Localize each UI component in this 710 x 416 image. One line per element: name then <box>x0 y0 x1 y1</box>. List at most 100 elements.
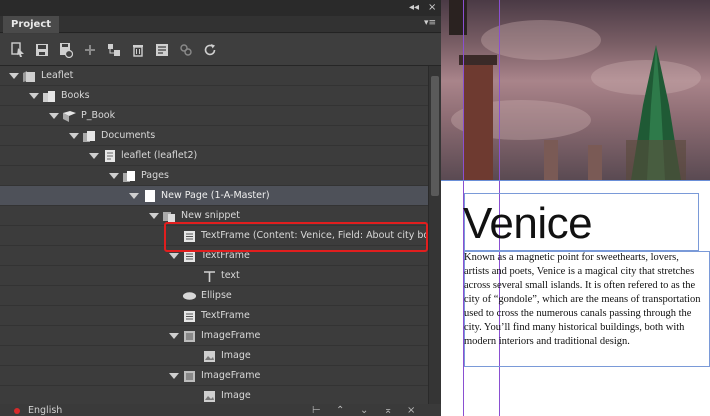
tree-row[interactable]: Pages <box>0 166 428 186</box>
tree-row[interactable]: P_Book <box>0 106 428 126</box>
expand-triangle-icon[interactable] <box>109 173 119 179</box>
tree-row[interactable]: ImageFrame <box>0 326 428 346</box>
textframe-icon <box>182 249 197 263</box>
add-child-button[interactable] <box>106 42 122 58</box>
pages-icon <box>122 169 137 183</box>
expand-triangle-icon[interactable] <box>129 193 139 199</box>
properties-icon <box>156 44 168 56</box>
books-icon <box>42 89 57 103</box>
tree-row-label: TextFrame <box>201 310 250 321</box>
tree-row[interactable]: ImageFrame <box>0 366 428 386</box>
tree-row-label: ImageFrame <box>201 370 261 381</box>
tree-row-label: P_Book <box>81 110 116 121</box>
venice-photo <box>441 0 710 180</box>
bell-tower-cap <box>459 55 497 65</box>
close-panel-button[interactable]: × <box>428 2 436 14</box>
expand-triangle-icon[interactable] <box>169 253 179 259</box>
tree-row-label: Ellipse <box>201 290 232 301</box>
project-panel: ◂◂ × Project ▾≡ Leaflet Books P_Book Doc… <box>0 0 441 416</box>
tree-scrollbar[interactable] <box>428 66 441 404</box>
tree-row-label: text <box>221 270 240 281</box>
collapse-panel-button[interactable]: ◂◂ <box>409 2 419 14</box>
tree-row-label: Books <box>61 90 90 101</box>
project-toolbar <box>0 34 441 66</box>
page-icon <box>142 189 157 203</box>
tree-row-label: Image <box>221 350 251 361</box>
tree-row[interactable]: TextFrame <box>0 306 428 326</box>
tree-row-label: ImageFrame <box>201 330 261 341</box>
expand-triangle-icon[interactable] <box>169 333 179 339</box>
bell-tower <box>463 60 493 180</box>
expand-triangle-icon[interactable] <box>89 153 99 159</box>
tab-project[interactable]: Project <box>3 16 60 33</box>
tree-row[interactable]: TextFrame (Content: Venice, Field: About… <box>0 226 428 246</box>
delete-button[interactable] <box>130 42 146 58</box>
expand-triangle-icon[interactable] <box>29 93 39 99</box>
document-headline: Venice <box>463 199 593 248</box>
add-button[interactable] <box>82 42 98 58</box>
tree-row-label: Image <box>221 390 251 401</box>
expand-triangle-icon[interactable] <box>49 113 59 119</box>
tree-row-label: TextFrame (Content: Venice, Field: About… <box>201 230 428 241</box>
dome-tower <box>544 140 558 180</box>
snippet-icon <box>162 209 177 223</box>
project-tree: Leaflet Books P_Book Documents leaflet (leaf… <box>0 66 428 404</box>
scrollbar-thumb[interactable] <box>431 76 439 196</box>
tree-row-label: Pages <box>141 170 169 181</box>
move-up-icon[interactable]: ⌃ <box>336 405 344 416</box>
move-left-icon[interactable]: ⊢ <box>312 405 321 416</box>
document-body-text: Known as a magnetic point for sweetheart… <box>464 252 701 347</box>
tree-row[interactable]: TextFrame <box>0 246 428 266</box>
document-icon <box>102 149 117 163</box>
dome-tower <box>588 145 602 180</box>
documents-icon <box>82 129 97 143</box>
save-as-icon <box>60 43 73 58</box>
tree-row-label: New Page (1-A-Master) <box>161 190 270 201</box>
folder-icon <box>22 69 37 83</box>
text-icon <box>202 269 217 283</box>
expand-triangle-icon[interactable] <box>9 73 19 79</box>
tree-row[interactable]: New Page (1-A-Master) <box>0 186 428 206</box>
tree-row[interactable]: leaflet (leaflet2) <box>0 146 428 166</box>
panel-titlebar: ◂◂ × <box>0 0 441 16</box>
tree-row-label: leaflet (leaflet2) <box>121 150 198 161</box>
language-label[interactable]: English <box>28 404 62 416</box>
tree-row[interactable]: Image <box>0 346 428 366</box>
collapse-icon[interactable]: ⌅ <box>384 405 392 416</box>
textframe-icon <box>182 229 197 243</box>
tree-row-label: New snippet <box>181 210 240 221</box>
panel-footer: English ⊢ ⌃ ⌄ ⌅ × <box>0 404 441 416</box>
panel-tab-row: Project ▾≡ <box>0 16 441 33</box>
tree-row-label: TextFrame <box>201 250 250 261</box>
language-flag-icon <box>14 408 20 414</box>
green-spire <box>626 45 686 180</box>
select-tool-button[interactable] <box>10 42 26 58</box>
save-as-button[interactable] <box>58 42 74 58</box>
move-down-icon[interactable]: ⌄ <box>360 405 368 416</box>
imageframe-icon <box>182 329 197 343</box>
document-view: Venice Known as a magnetic point for swe… <box>441 0 710 416</box>
close-icon[interactable]: × <box>407 405 415 416</box>
refresh-button[interactable] <box>202 42 218 58</box>
tree-row[interactable]: Documents <box>0 126 428 146</box>
tree-row[interactable]: Leaflet <box>0 66 428 86</box>
tree-row[interactable]: Ellipse <box>0 286 428 306</box>
refresh-icon <box>204 44 216 56</box>
link-button[interactable] <box>178 42 194 58</box>
tree-row[interactable]: Books <box>0 86 428 106</box>
panel-menu-button[interactable]: ▾≡ <box>424 18 436 28</box>
properties-button[interactable] <box>154 42 170 58</box>
tree-row[interactable]: Image <box>0 386 428 404</box>
tree-row[interactable]: New snippet <box>0 206 428 226</box>
tree-row[interactable]: text <box>0 266 428 286</box>
save-button[interactable] <box>34 42 50 58</box>
ellipse-icon <box>182 289 197 303</box>
book-icon <box>62 109 77 123</box>
imageframe-icon <box>182 369 197 383</box>
tree-row-label: Leaflet <box>41 70 74 81</box>
add-child-icon <box>108 44 120 56</box>
textframe-icon <box>182 309 197 323</box>
expand-triangle-icon[interactable] <box>69 133 79 139</box>
expand-triangle-icon[interactable] <box>149 213 159 219</box>
expand-triangle-icon[interactable] <box>169 373 179 379</box>
